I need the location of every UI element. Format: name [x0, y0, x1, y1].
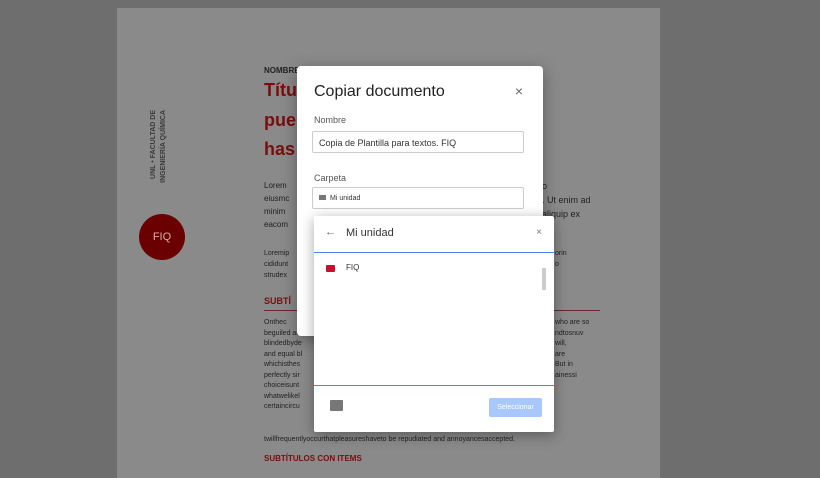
doc-last-line: twillfrequentlyoccurthatpleasureshaveto …: [264, 436, 516, 443]
text-line: Loremip: [264, 250, 290, 257]
scrollbar-thumb[interactable]: [542, 268, 546, 290]
name-label: Nombre: [314, 115, 347, 125]
text-line: o: [555, 261, 559, 268]
text-line: and equal bl: [264, 350, 303, 358]
doc-paragraph-left: Lorem eiusmc minim eacom: [264, 179, 289, 231]
text-line: certaincircu: [264, 403, 300, 410]
name-input[interactable]: Copia de Plantilla para textos. FIQ: [312, 131, 524, 153]
doc-subtitle: SUBTÍTULOS CON ITEMS: [264, 454, 362, 463]
folder-label: Carpeta: [314, 173, 347, 183]
text-line: orin: [555, 250, 567, 257]
text-line: But in: [555, 361, 573, 368]
close-icon[interactable]: ×: [536, 227, 542, 238]
back-arrow-icon[interactable]: ←: [325, 226, 336, 238]
folder-list-item-label: FIQ: [346, 263, 360, 272]
close-icon[interactable]: ×: [515, 83, 523, 99]
folder-select[interactable]: Mi unidad: [312, 187, 524, 209]
text-line: eiusmc: [264, 194, 290, 203]
text-line: ainessi: [555, 371, 577, 379]
doc-header-label: NOMBRE: [264, 66, 300, 75]
picker-title: Mi unidad: [346, 227, 394, 239]
doc-subtitle: SUBTÍ: [264, 296, 291, 306]
folder-picker-popup: ← Mi unidad × FIQ Seleccionar: [314, 216, 554, 432]
doc-title-line: Títu: [264, 80, 297, 100]
new-folder-icon[interactable]: [330, 400, 343, 411]
doc-paragraph-right: o . Ut enim ad aliquip ex: [542, 179, 591, 221]
doc-paragraph-right: who are so ndtosnuv will, are But in ain…: [555, 318, 589, 381]
doc-title-line: has: [264, 139, 296, 159]
text-line: ndtosnuv: [555, 329, 584, 337]
folder-list-item[interactable]: FIQ: [322, 260, 542, 278]
folder-icon: [319, 195, 326, 200]
text-line: . Ut enim ad: [542, 195, 591, 205]
fiq-logo-badge: FIQ: [139, 214, 185, 260]
folder-select-value: Mi unidad: [330, 195, 361, 202]
faculty-side-label-line1: UNL • FACULTAD DE: [150, 110, 157, 179]
text-line: choiceisunt: [264, 382, 300, 389]
folder-icon: [326, 265, 335, 272]
doc-paragraph-left: Loremip cididunt strudex: [264, 248, 289, 281]
text-line: cididunt: [264, 261, 289, 268]
doc-title-line: pue: [264, 110, 297, 130]
text-line: are: [555, 350, 566, 358]
text-line: who are so: [555, 319, 590, 326]
doc-paragraph-right: orin o: [555, 248, 567, 270]
picker-footer: Seleccionar: [314, 385, 554, 432]
text-line: strudex: [264, 272, 287, 279]
text-line: o: [542, 181, 548, 191]
faculty-side-label-line2: INGENIERÍA QUÍMICA: [160, 110, 167, 183]
dialog-title: Copiar documento: [314, 83, 445, 100]
text-line: eacom: [264, 220, 289, 229]
text-line: perfectly sir: [264, 371, 300, 379]
text-line: Lorem: [264, 181, 287, 190]
picker-header: ← Mi unidad ×: [314, 216, 554, 253]
text-line: whatwelikel: [264, 392, 300, 400]
text-line: blindedbyde: [264, 340, 302, 347]
text-line: will,: [555, 340, 567, 347]
text-line: minim: [264, 207, 286, 216]
select-button[interactable]: Seleccionar: [489, 398, 542, 417]
text-line: whichisthes: [264, 361, 301, 368]
faculty-side-label: UNL • FACULTAD DE INGENIERÍA QUÍMICA: [150, 110, 174, 210]
